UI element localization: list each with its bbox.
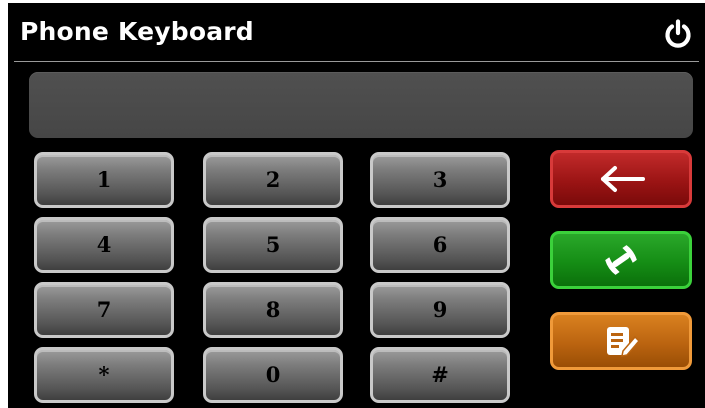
key-9[interactable]: 9: [370, 282, 510, 338]
arrow-left-icon: [601, 166, 645, 192]
key-label: 4: [96, 232, 112, 257]
key-8[interactable]: 8: [203, 282, 343, 338]
key-star[interactable]: *: [34, 347, 174, 403]
key-label: 0: [265, 362, 281, 387]
call-button[interactable]: [550, 231, 692, 289]
key-label: 9: [432, 297, 448, 322]
key-label: 6: [432, 232, 448, 257]
key-hash[interactable]: #: [370, 347, 510, 403]
backspace-button[interactable]: [550, 150, 692, 208]
contacts-button[interactable]: [550, 312, 692, 370]
phone-keyboard-screen: Phone Keyboard 1 2 3 4 5 6 7 8 9 * 0 #: [8, 0, 705, 408]
phone-handset-icon: [605, 245, 637, 275]
key-label: 5: [265, 232, 281, 257]
key-label: 2: [265, 167, 281, 192]
key-label: 7: [96, 297, 112, 322]
power-icon[interactable]: [663, 19, 693, 49]
key-4[interactable]: 4: [34, 217, 174, 273]
title-bar: Phone Keyboard: [8, 3, 705, 59]
key-label: #: [431, 362, 449, 387]
key-3[interactable]: 3: [370, 152, 510, 208]
window-title: Phone Keyboard: [20, 17, 254, 46]
key-2[interactable]: 2: [203, 152, 343, 208]
key-7[interactable]: 7: [34, 282, 174, 338]
key-label: 8: [265, 297, 281, 322]
key-0[interactable]: 0: [203, 347, 343, 403]
key-1[interactable]: 1: [34, 152, 174, 208]
key-5[interactable]: 5: [203, 217, 343, 273]
key-label: 1: [96, 167, 112, 192]
key-6[interactable]: 6: [370, 217, 510, 273]
title-divider: [14, 61, 699, 62]
key-label: *: [98, 362, 110, 387]
number-display-field[interactable]: [29, 72, 693, 138]
key-label: 3: [432, 167, 448, 192]
contact-book-edit-icon: [607, 327, 641, 357]
